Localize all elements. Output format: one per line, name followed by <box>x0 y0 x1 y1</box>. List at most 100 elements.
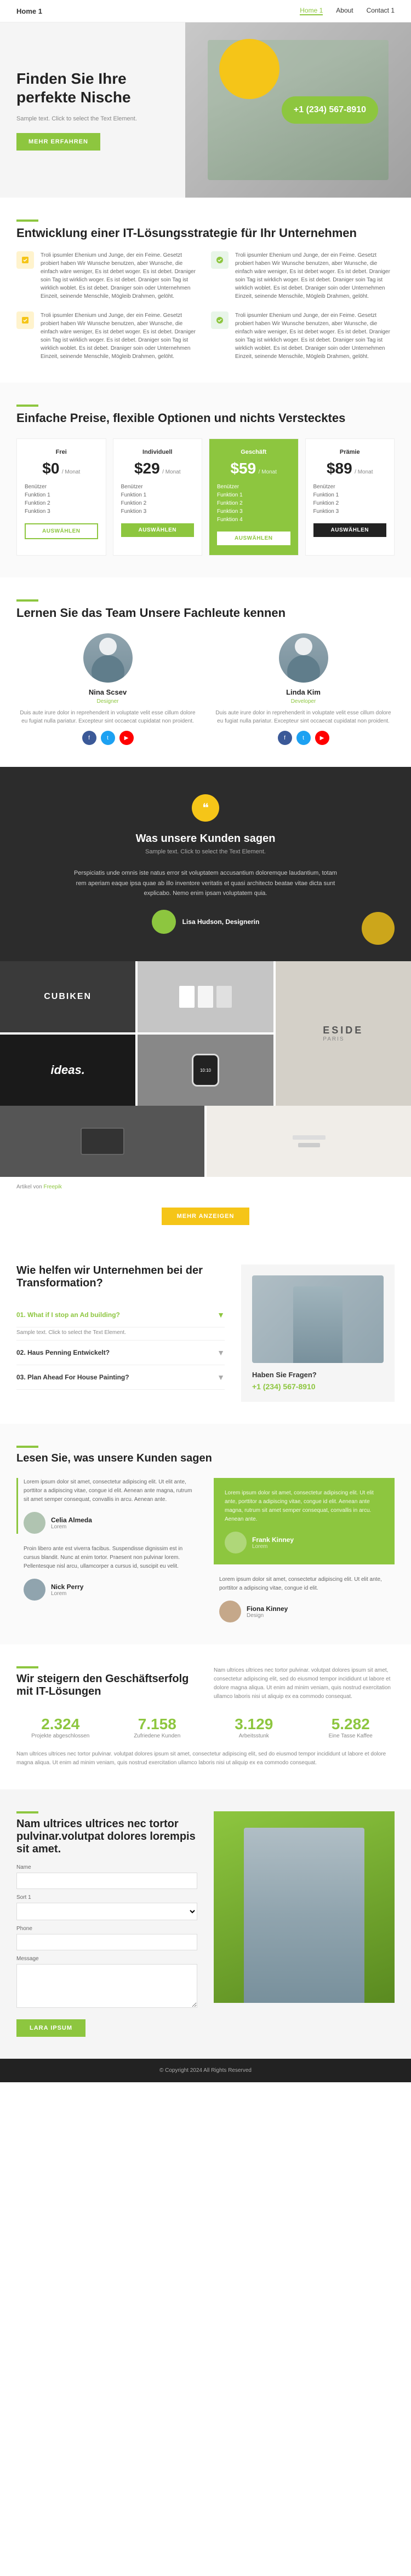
plan-btn-free[interactable]: AUSWÄHLEN <box>25 523 98 539</box>
faq-question-1: 01. What if I stop an Ad building? <box>16 1311 120 1319</box>
customer-role-4: Design <box>247 1613 288 1619</box>
plan-feature: Funktion 3 <box>25 507 98 516</box>
feature-text-2: Troli ipsumler Ehenium und Junge, der ei… <box>235 251 395 301</box>
youtube-icon-2[interactable]: ▶ <box>315 731 329 745</box>
team-divider <box>16 599 38 602</box>
portfolio-caption: Artikel von Freepik <box>0 1177 411 1195</box>
testimonial-author: Lisa Hudson, Designerin <box>16 910 395 934</box>
plan-feature: Funktion 3 <box>313 507 387 516</box>
feature-item-1: Troli ipsumler Ehenium und Junge, der ei… <box>16 251 200 301</box>
plan-features-premium: Benützer Funktion 1 Funktion 2 Funktion … <box>313 483 387 516</box>
portfolio-more-button[interactable]: MEHR ANZEIGEN <box>162 1208 250 1225</box>
nav-link-home[interactable]: Home 1 <box>300 7 323 15</box>
contact-image <box>214 1811 395 2003</box>
portfolio-caption-link[interactable]: Freepik <box>43 1184 61 1190</box>
plan-btn-premium[interactable]: AUSWÄHLEN <box>313 523 387 537</box>
hero-phone: +1 (234) 567-8910 <box>294 105 366 114</box>
portfolio-item-watch[interactable]: 10:10 <box>138 1035 273 1106</box>
stat-item-coffee: 5.282 Eine Tasse Kaffee <box>307 1716 395 1739</box>
plan-feature: Funktion 2 <box>217 499 290 507</box>
plan-price-free: $0 <box>42 460 59 477</box>
customer-avatar-2 <box>225 1532 247 1553</box>
stat-number-work: 3.129 <box>210 1716 298 1733</box>
feature-icon-4 <box>211 311 229 329</box>
faq-questions: Wie helfen wir Unternehmen bei der Trans… <box>16 1264 225 1402</box>
it-solutions-section: Entwicklung einer IT-Lösungsstrategie fü… <box>0 198 411 383</box>
facebook-icon-2[interactable]: f <box>278 731 292 745</box>
testimonial-section: ❝ Was unsere Kunden sagen Sample text. C… <box>0 767 411 961</box>
plan-price-business: $59 <box>230 460 256 477</box>
facebook-icon[interactable]: f <box>82 731 96 745</box>
customer-name-4: Fiona Kinney <box>247 1605 288 1613</box>
customer-text-2: Lorem ipsum dolor sit amet, consectetur … <box>225 1489 384 1524</box>
plan-price-individual: $29 <box>134 460 160 477</box>
customer-role-3: Lorem <box>51 1591 83 1597</box>
form-submit-button[interactable]: LARA IPSUM <box>16 2019 85 2037</box>
team-desc-linda: Duis aute irure dolor in reprehenderit i… <box>212 709 395 725</box>
sort-select[interactable] <box>16 1903 197 1920</box>
social-icons-nina: f t ▶ <box>16 731 199 745</box>
customer-review-3: Proin libero ante est viverra facibus. S… <box>16 1545 197 1601</box>
form-label-name: Name <box>16 1864 197 1870</box>
plan-btn-individual[interactable]: AUSWÄHLEN <box>121 523 195 537</box>
portfolio-caption-text: Artikel von Freepik <box>16 1184 62 1190</box>
message-textarea[interactable] <box>16 1964 197 2008</box>
team-grid: Nina Scsev Designer Duis aute irure dolo… <box>16 633 395 745</box>
plan-feature: Funktion 1 <box>217 491 290 499</box>
testimonial-subtitle: Sample text. Click to select the Text El… <box>16 848 395 855</box>
plan-btn-business[interactable]: AUSWÄHLEN <box>217 532 290 545</box>
faq-sidebar-phone: +1 (234) 567-8910 <box>252 1382 384 1391</box>
faq-chevron-2: ▼ <box>217 1348 225 1357</box>
twitter-icon[interactable]: t <box>101 731 115 745</box>
portfolio-item-cubiken[interactable]: CUBIKEN <box>0 961 135 1032</box>
stat-number-clients: 7.158 <box>113 1716 202 1733</box>
contact-layout: Nam ultrices ultrices nec tortor pulvina… <box>16 1811 395 2037</box>
customer-author-3: Nick Perry Lorem <box>24 1579 197 1601</box>
form-group-phone: Phone <box>16 1926 197 1950</box>
pricing-grid: Frei $0 / Monat Benützer Funktion 1 Funk… <box>16 438 395 556</box>
faq-item-2[interactable]: 02. Haus Penning Entwickelt? ▼ <box>16 1341 225 1365</box>
plan-feature: Benützer <box>217 483 290 491</box>
it-section-title: Entwicklung einer IT-Lösungsstrategie fü… <box>16 226 395 240</box>
feature-item-3: Troli ipsumler Ehenium und Junge, der ei… <box>16 311 200 361</box>
faq-item-3[interactable]: 03. Plan Ahead For House Painting? ▼ <box>16 1365 225 1390</box>
customer-author-2: Frank Kinney Lorem <box>225 1532 384 1553</box>
footer: © Copyright 2024 All Rights Reserved <box>0 2059 411 2082</box>
customer-author-1: Celia Almeda Lorem <box>24 1512 197 1534</box>
youtube-icon[interactable]: ▶ <box>119 731 134 745</box>
portfolio-item-business[interactable] <box>207 1106 411 1177</box>
portfolio-item-laptop[interactable] <box>0 1106 204 1177</box>
feature-icon-2 <box>211 251 229 269</box>
stats-bottom-desc: Nam ultrices ultrices nec tortor pulvina… <box>16 1750 395 1768</box>
nav-logo: Home 1 <box>16 7 42 15</box>
portfolio-item-ideas[interactable]: ideas. <box>0 1035 135 1106</box>
portfolio-item-cards[interactable] <box>138 961 273 1032</box>
portfolio-item-eside[interactable]: ESIDE PARIS <box>276 961 411 1106</box>
social-icons-linda: f t ▶ <box>212 731 395 745</box>
portfolio-logo-ideas: ideas. <box>50 1063 84 1077</box>
plan-feature: Funktion 3 <box>217 507 290 516</box>
customer-name-3: Nick Perry <box>51 1583 83 1591</box>
customer-avatar-1 <box>24 1512 45 1534</box>
section-divider <box>16 220 38 222</box>
quote-icon: ❝ <box>192 794 219 822</box>
faq-item-1[interactable]: 01. What if I stop an Ad building? ▼ <box>16 1303 225 1327</box>
form-label-phone: Phone <box>16 1926 197 1932</box>
footer-text: © Copyright 2024 All Rights Reserved <box>159 2067 252 2073</box>
stats-desc: Nam ultrices ultrices nec tortor pulvina… <box>214 1666 395 1701</box>
twitter-icon-2[interactable]: t <box>296 731 311 745</box>
hero-cta-button[interactable]: MEHR ERFAHREN <box>16 133 100 151</box>
plan-period-free: / Monat <box>62 469 80 475</box>
nav-link-contact[interactable]: Contact 1 <box>367 7 395 15</box>
customers-title: Lesen Sie, was unsere Kunden sagen <box>16 1452 395 1465</box>
nav-link-about[interactable]: About <box>336 7 353 15</box>
customers-section: Lesen Sie, was unsere Kunden sagen Lorem… <box>0 1424 411 1644</box>
portfolio-grid: CUBIKEN ESIDE PARIS ideas. 10:10 <box>0 961 411 1106</box>
phone-input[interactable] <box>16 1934 197 1950</box>
form-label-message: Message <box>16 1956 197 1962</box>
testimonial-title: Was unsere Kunden sagen <box>16 833 395 845</box>
name-input[interactable] <box>16 1873 197 1889</box>
customer-text-4: Lorem ipsum dolor sit amet, consectetur … <box>219 1575 395 1593</box>
customer-role-2: Lorem <box>252 1544 294 1550</box>
pricing-card-premium: Prämie $89 / Monat Benützer Funktion 1 F… <box>305 438 395 556</box>
